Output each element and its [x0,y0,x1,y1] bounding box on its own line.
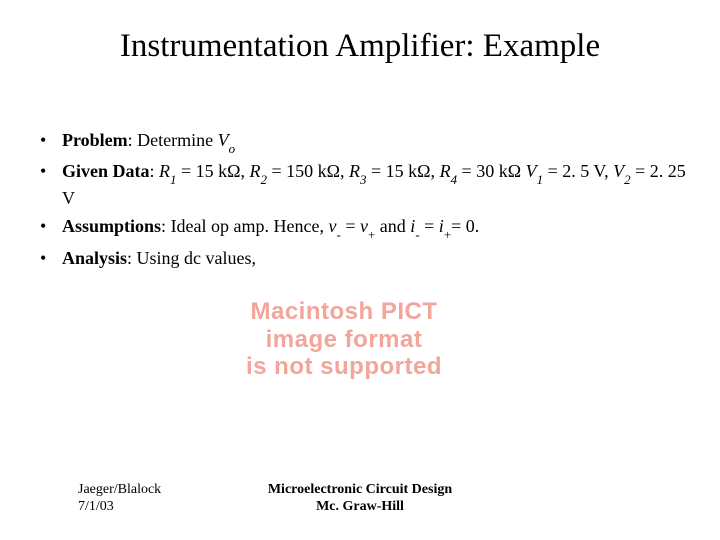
eq2: = [420,216,439,236]
sep: : [128,130,138,150]
r2-sub: 2 [261,172,267,187]
slide-title: Instrumentation Amplifier: Example [0,28,720,65]
bullet-analysis: Analysis: Using dc values, [38,246,690,270]
pre: Ideal op amp. Hence, [171,216,329,236]
r3-sub: 3 [360,172,366,187]
r4-var: R [440,161,451,181]
iminus-sub: - [415,227,419,242]
bullet-given-data: Given Data: R1 = 15 kΩ, R2 = 150 kΩ, R3 … [38,159,690,210]
r3-var: R [349,161,360,181]
label-given: Given Data [62,161,150,181]
bullet-list: Problem: Determine Vo Given Data: R1 = 1… [38,128,690,270]
vplus-sub: + [368,227,375,242]
var-Vo-v: V [218,130,229,150]
iplus-sub: + [444,227,451,242]
eq1: = [341,216,360,236]
pict-line-2: image format [174,326,514,354]
vminus-var: v [329,216,337,236]
vplus-var: v [360,216,368,236]
bullet-problem: Problem: Determine Vo [38,128,690,155]
text: Determine [137,130,217,150]
pict-placeholder: Macintosh PICT image format is not suppo… [174,298,514,381]
pict-line-1: Macintosh PICT [174,298,514,326]
r4-val: = 30 kΩ [457,161,526,181]
sep: : [127,248,137,268]
r2-var: R [250,161,261,181]
slide-body: Problem: Determine Vo Given Data: R1 = 1… [38,128,690,274]
r1-sub: 1 [170,172,176,187]
label-assumptions: Assumptions [62,216,161,236]
r3-val: = 15 kΩ, [367,161,440,181]
r1-val: = 15 kΩ, [177,161,250,181]
sep: : [161,216,171,236]
r1-var: R [159,161,170,181]
v2-sub: 2 [624,172,630,187]
r2-val: = 150 kΩ, [267,161,349,181]
slide: Instrumentation Amplifier: Example Probl… [0,0,720,540]
footer-publisher: Mc. Graw-Hill [0,499,720,516]
v1-var: V [526,161,537,181]
var-Vo-sub: o [229,141,235,156]
v1-sub: 1 [537,172,543,187]
label-problem: Problem [62,130,128,150]
vminus-sub: - [337,227,341,242]
v1-val: = 2. 5 V, [543,161,613,181]
footer-book-title: Microelectronic Circuit Design [0,482,720,499]
bullet-assumptions: Assumptions: Ideal op amp. Hence, v- = v… [38,214,690,241]
pict-line-3: is not supported [174,353,514,381]
r4-sub: 4 [451,172,457,187]
text: Using dc values, [137,248,256,268]
and: and [375,216,410,236]
sep: : [150,161,160,181]
v2-var: V [613,161,624,181]
tail: = 0. [451,216,479,236]
footer-center: Microelectronic Circuit Design Mc. Graw-… [0,482,720,516]
label-analysis: Analysis [62,248,127,268]
